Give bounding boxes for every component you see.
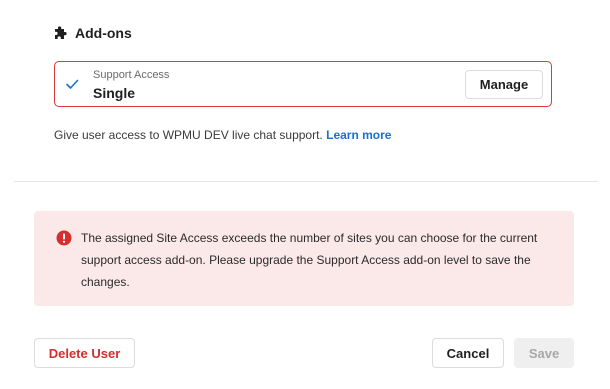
- learn-more-link[interactable]: Learn more: [326, 128, 391, 142]
- section-divider: [14, 181, 598, 182]
- manage-button[interactable]: Manage: [465, 70, 543, 99]
- support-access-value: Single: [93, 85, 136, 101]
- addons-header: Add-ons: [53, 25, 132, 41]
- alert-message: The assigned Site Access exceeds the num…: [81, 231, 538, 289]
- error-alert: The assigned Site Access exceeds the num…: [34, 211, 574, 306]
- addons-title: Add-ons: [75, 25, 132, 41]
- user-edit-panel: Add-ons Support Access Single Manage Giv…: [0, 0, 610, 389]
- check-icon: [65, 77, 79, 91]
- support-access-label: Support Access: [93, 69, 170, 81]
- save-button[interactable]: Save: [514, 338, 574, 368]
- cancel-button[interactable]: Cancel: [432, 338, 504, 368]
- puzzle-piece-icon: [53, 25, 67, 41]
- delete-user-button[interactable]: Delete User: [34, 338, 135, 368]
- support-access-card: Support Access Single Manage: [54, 61, 552, 107]
- error-circle-icon: [56, 230, 72, 246]
- support-access-helper-text: Give user access to WPMU DEV live chat s…: [54, 128, 391, 142]
- helper-text: Give user access to WPMU DEV live chat s…: [54, 128, 323, 142]
